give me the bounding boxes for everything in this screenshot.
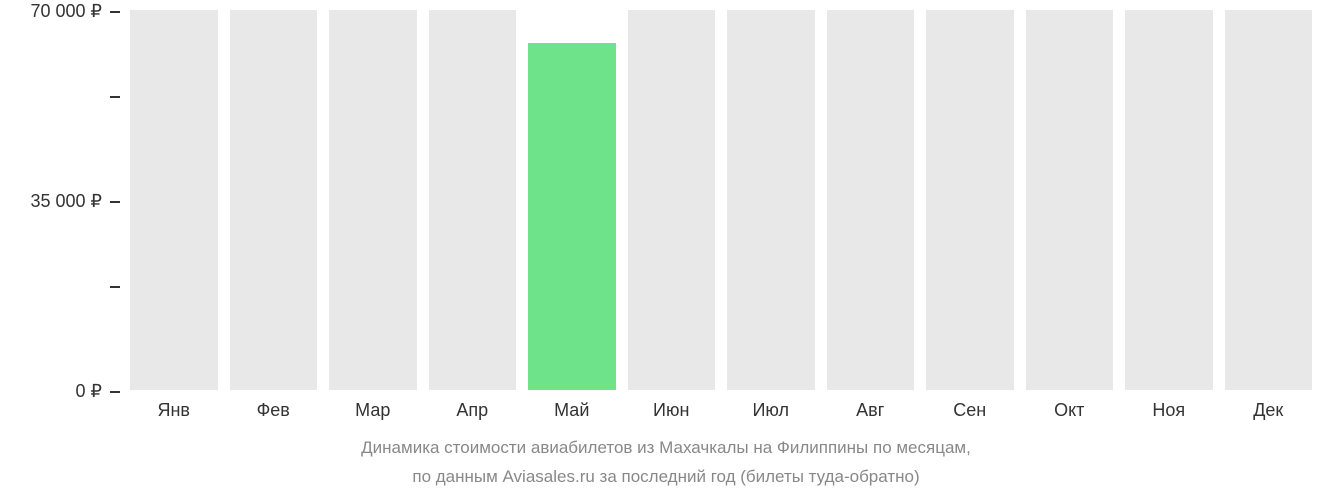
plot-area [130,10,1312,390]
x-label: Янв [130,400,218,421]
bar-nodata[interactable] [827,10,915,390]
y-tick-mark [110,201,120,203]
caption-line-2: по данным Aviasales.ru за последний год … [0,463,1332,490]
y-tick-mark [110,391,120,393]
y-tick-35000: 35 000 ₽ [30,191,120,212]
y-tick-mark [110,96,120,98]
y-tick-mark [110,11,120,13]
x-label: Июн [628,400,716,421]
bar-nodata[interactable] [429,10,517,390]
bar-wrapper [926,10,1014,390]
caption-line-1: Динамика стоимости авиабилетов из Махачк… [0,434,1332,461]
y-tick-mark [110,286,120,288]
chart-container: 70 000 ₽ 35 000 ₽ 0 ₽ Янв Фев Мар Апр Май Июн… [0,0,1332,502]
x-label: Апр [429,400,517,421]
bar-nodata[interactable] [130,10,218,390]
x-label: Май [528,400,616,421]
bar-wrapper [528,10,616,390]
bar-wrapper [628,10,716,390]
x-label: Фев [230,400,318,421]
x-label: Мар [329,400,417,421]
bar-nodata[interactable] [727,10,815,390]
y-axis: 70 000 ₽ 35 000 ₽ 0 ₽ [10,10,120,390]
bar-wrapper [827,10,915,390]
bar-nodata[interactable] [230,10,318,390]
x-label: Сен [926,400,1014,421]
bar-data[interactable] [528,43,616,390]
x-label: Дек [1225,400,1313,421]
bar-nodata[interactable] [1026,10,1114,390]
x-label: Окт [1026,400,1114,421]
bar-nodata[interactable] [329,10,417,390]
chart-caption: Динамика стоимости авиабилетов из Махачк… [0,432,1332,492]
y-tick-label: 35 000 ₽ [30,191,102,212]
bar-nodata[interactable] [926,10,1014,390]
y-tick-minor [110,286,120,288]
y-tick-label: 0 ₽ [76,381,102,402]
bar-nodata[interactable] [1225,10,1313,390]
x-label: Июл [727,400,815,421]
bar-wrapper [727,10,815,390]
y-tick-70000: 70 000 ₽ [30,1,120,22]
x-labels: Янв Фев Мар Апр Май Июн Июл Авг Сен Окт Ноя Дек [130,400,1312,421]
bar-wrapper [329,10,417,390]
bar-wrapper [1225,10,1313,390]
bar-wrapper [1026,10,1114,390]
bar-nodata[interactable] [628,10,716,390]
bar-nodata[interactable] [1125,10,1213,390]
bar-wrapper [130,10,218,390]
bar-wrapper [1125,10,1213,390]
y-tick-0: 0 ₽ [76,381,120,402]
x-label: Ноя [1125,400,1213,421]
bar-wrapper [429,10,517,390]
y-tick-label: 70 000 ₽ [30,1,102,22]
bar-wrapper [230,10,318,390]
x-label: Авг [827,400,915,421]
y-tick-minor [110,96,120,98]
